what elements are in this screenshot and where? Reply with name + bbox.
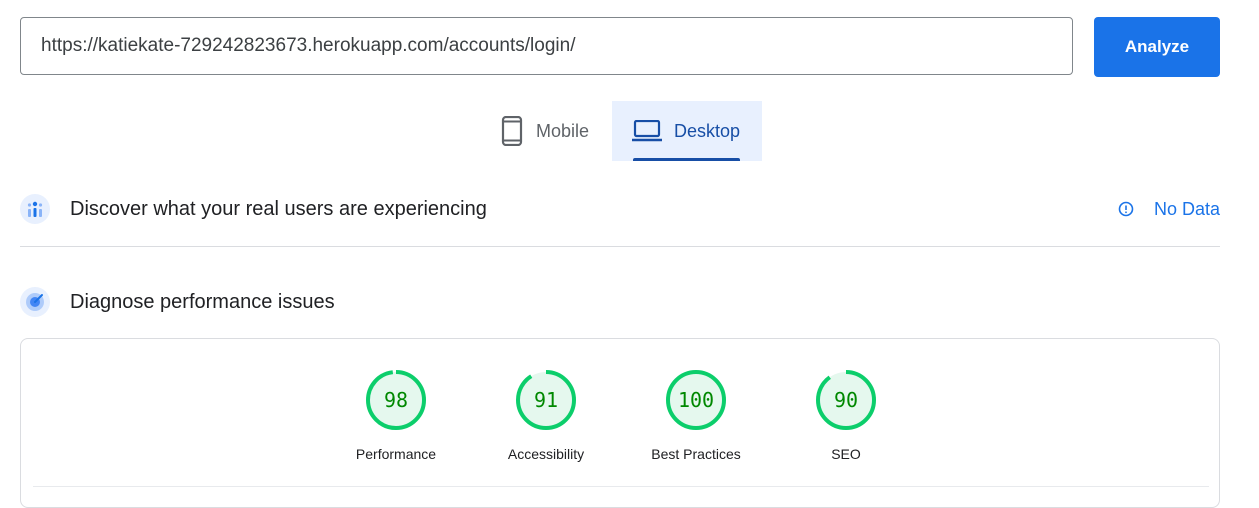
tab-mobile-label: Mobile — [536, 120, 590, 141]
gauge-score: 90 — [833, 388, 859, 412]
gauge-best-practices[interactable]: 100 Best Practices — [636, 369, 756, 462]
gauge-score: 100 — [677, 388, 715, 412]
gauge-label: Accessibility — [507, 446, 585, 462]
info-icon — [1118, 201, 1134, 217]
no-data-label: No Data — [1153, 198, 1220, 219]
no-data-link[interactable]: No Data — [1118, 199, 1220, 220]
analyze-button[interactable]: Analyze — [1094, 17, 1220, 77]
field-data-header: Discover what your real users are experi… — [20, 192, 1220, 226]
tab-selected-indicator — [633, 158, 740, 161]
gauge-seo[interactable]: 90 SEO — [786, 369, 906, 462]
tab-desktop[interactable]: Desktop — [612, 101, 762, 161]
smartphone-icon — [500, 116, 524, 146]
field-data-title: Discover what your real users are experi… — [70, 197, 487, 220]
section-divider — [20, 246, 1220, 247]
gauge-label: Best Practices — [651, 446, 741, 462]
gauge-accessibility[interactable]: 91 Accessibility — [486, 369, 606, 462]
gauge-performance[interactable]: 98 Performance — [336, 369, 456, 462]
url-input[interactable]: https://katiekate-729242823673.herokuapp… — [20, 17, 1073, 75]
scores-card: 98 Performance 91 Accessibility 100 Best… — [20, 338, 1220, 508]
gauge-label: SEO — [831, 446, 861, 462]
tab-desktop-label: Desktop — [674, 120, 741, 141]
gauge-score: 91 — [533, 388, 559, 412]
gauge-score: 98 — [383, 388, 409, 412]
users-chart-icon — [20, 194, 50, 224]
lab-data-title: Diagnose performance issues — [70, 290, 335, 313]
gauge-label: Performance — [355, 446, 437, 462]
laptop-icon — [632, 120, 662, 142]
lab-data-header: Diagnose performance issues — [20, 285, 1220, 319]
gauge-icon — [20, 287, 50, 317]
tab-mobile[interactable]: Mobile — [490, 101, 612, 161]
